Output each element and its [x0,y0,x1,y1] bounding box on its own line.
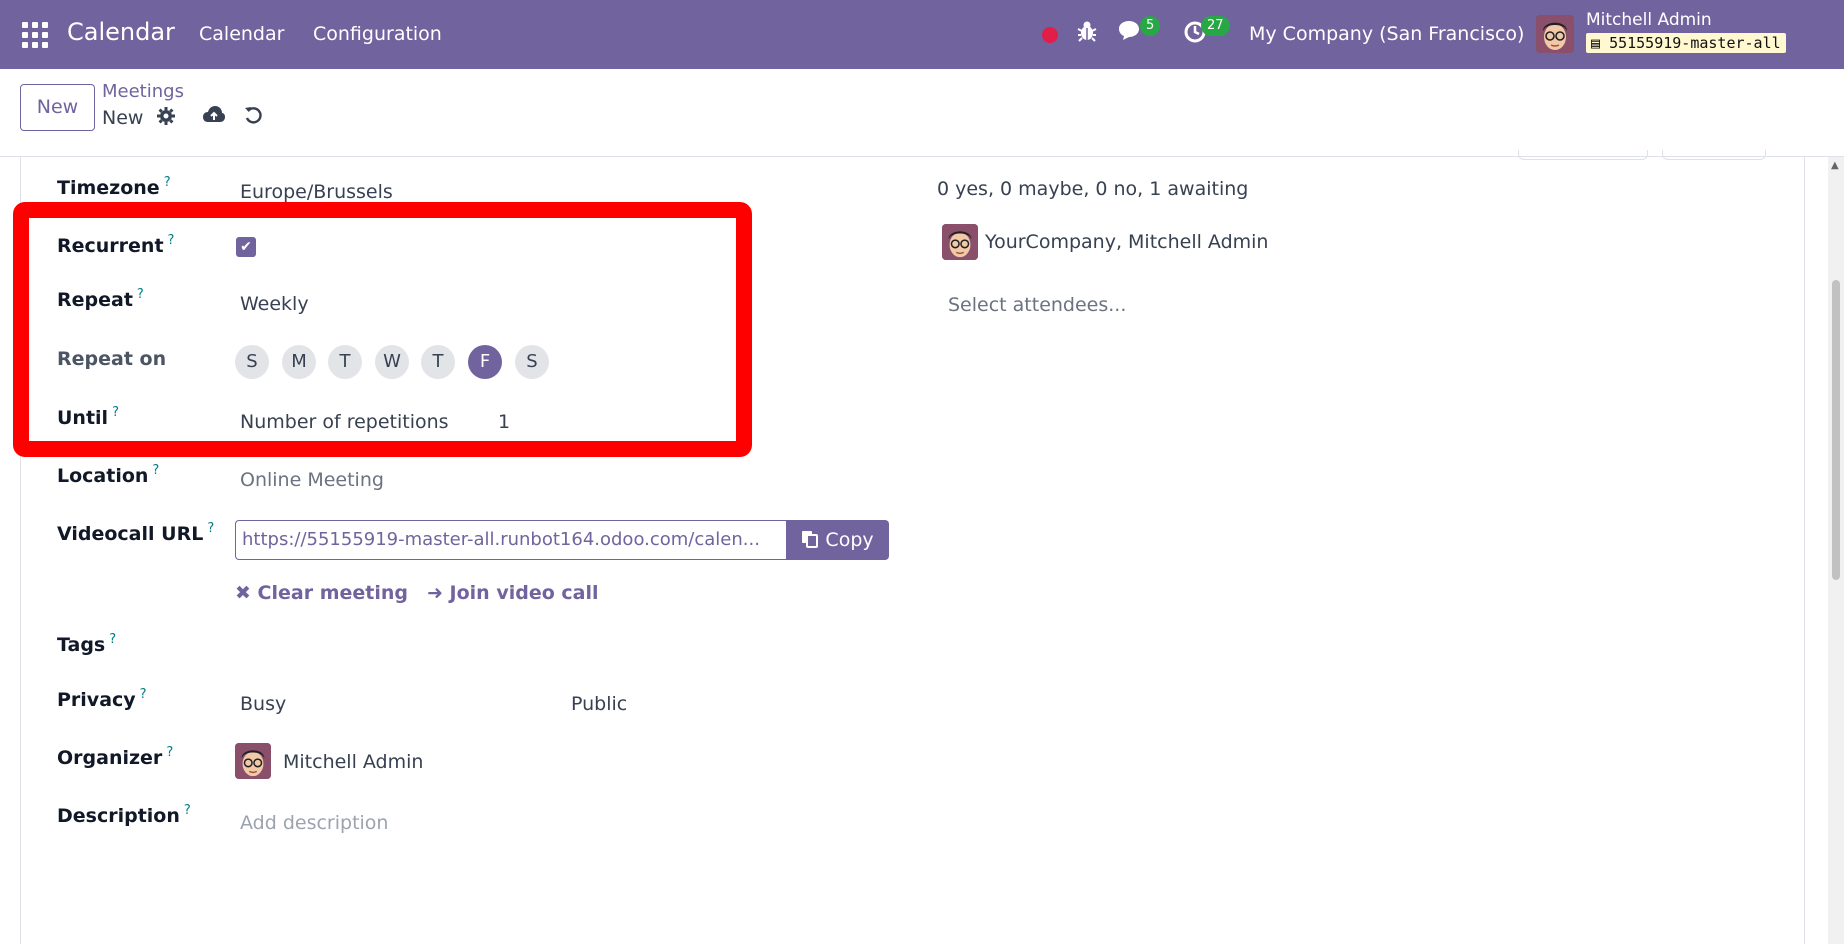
recording-dot-icon[interactable] [1042,27,1058,43]
location-label: Location? [57,463,160,487]
join-video-call-button[interactable]: ➜ Join video call [427,582,599,604]
description-label: Description? [57,803,191,827]
help-icon[interactable]: ? [140,687,147,702]
attendees-summary: 0 yes, 0 maybe, 0 no, 1 awaiting [937,178,1249,200]
organizer-avatar [235,743,271,779]
menu-configuration[interactable]: Configuration [313,23,442,45]
privacy-select[interactable]: Public [571,693,627,715]
videocall-url-input[interactable]: https://55155919-master-all.runbot164.od… [235,520,787,560]
gear-icon[interactable] [156,106,176,131]
new-button[interactable]: New [20,84,95,131]
help-icon[interactable]: ? [184,803,191,818]
tags-input[interactable] [240,636,800,662]
highlight-box [13,202,752,457]
record-name: New [102,107,144,129]
database-icon: ▤ [1591,34,1601,52]
organizer-label: Organizer? [57,745,174,769]
database-name: 55155919-master-all [1609,34,1781,52]
save-cloud-icon[interactable] [202,105,226,130]
scroll-up-arrow-icon[interactable]: ▲ [1831,160,1839,171]
breadcrumb-meetings[interactable]: Meetings [102,81,184,102]
activities-count-badge: 27 [1201,16,1230,36]
videocall-url-label: Videocall URL? [57,521,215,545]
control-panel: New Meetings New [0,69,1844,157]
partial-button[interactable] [1662,150,1766,160]
select-attendees-input[interactable]: Select attendees... [948,294,1126,316]
timezone-field[interactable]: Europe/Brussels [240,181,393,203]
copy-button[interactable]: Copy [786,520,889,560]
copy-label: Copy [825,529,874,551]
attendee-item[interactable]: YourCompany, Mitchell Admin [985,231,1268,253]
bug-icon[interactable] [1077,20,1097,48]
user-name[interactable]: Mitchell Admin [1586,10,1712,30]
attendee-avatar [942,224,978,260]
help-icon[interactable]: ? [164,175,171,190]
help-icon[interactable]: ? [166,745,173,760]
discard-undo-icon[interactable] [244,106,264,131]
help-icon[interactable]: ? [109,632,116,647]
privacy-label: Privacy? [57,687,147,711]
company-switcher[interactable]: My Company (San Francisco) [1249,23,1524,45]
help-icon[interactable]: ? [152,463,159,478]
timezone-label: Timezone? [57,175,171,199]
database-badge: ▤ 55155919-master-all [1586,33,1786,53]
app-title[interactable]: Calendar [67,18,175,46]
partial-button[interactable] [1518,150,1648,160]
close-icon: ✖ [235,582,251,604]
messages-count-badge: 5 [1140,16,1161,36]
organizer-field[interactable]: Mitchell Admin [283,751,423,773]
help-icon[interactable]: ? [207,521,214,536]
show-as-select[interactable]: Busy [240,693,286,715]
description-editor[interactable]: Add description [240,812,388,834]
copy-icon [801,529,825,551]
scrollbar-thumb[interactable] [1832,280,1840,580]
apps-menu-icon[interactable] [22,22,48,48]
clear-meeting-button[interactable]: ✖ Clear meeting [235,582,408,604]
top-navbar: Calendar Calendar Configuration 5 27 My … [0,0,1844,69]
tags-label: Tags? [57,632,117,656]
location-input[interactable]: Online Meeting [240,469,384,491]
user-avatar[interactable] [1536,15,1574,53]
arrow-right-icon: ➜ [427,582,443,604]
menu-calendar[interactable]: Calendar [199,23,284,45]
